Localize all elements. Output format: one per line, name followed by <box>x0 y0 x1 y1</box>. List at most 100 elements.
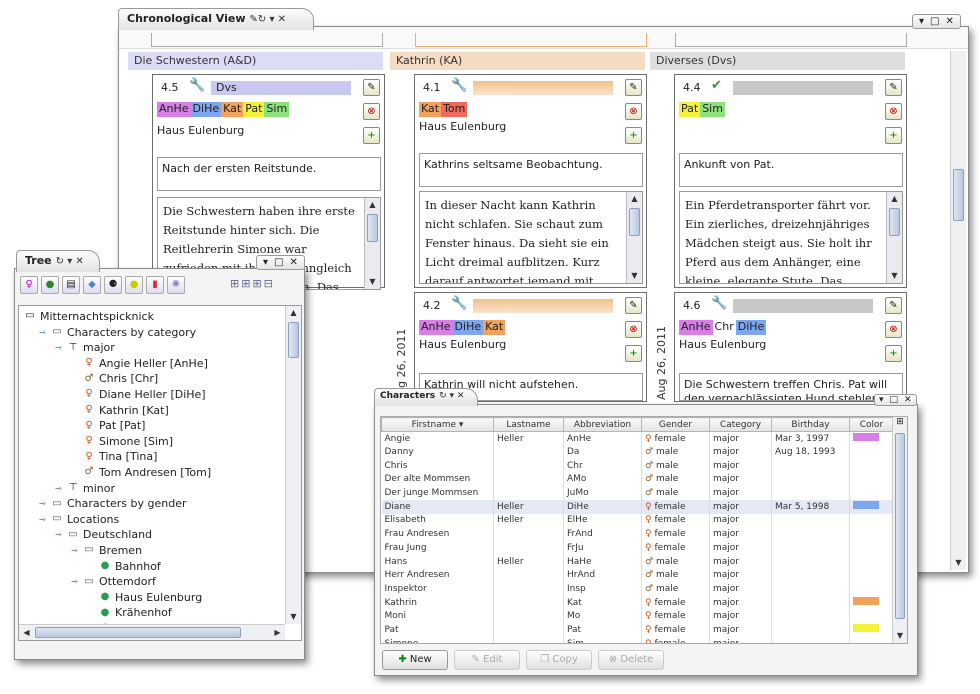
edit-icon[interactable]: ✎ <box>885 79 902 96</box>
characters-title-controls[interactable]: ↻ ▾ ✕ <box>439 391 464 401</box>
scroll-down-icon[interactable]: ▼ <box>887 269 902 283</box>
scroll-down-icon[interactable]: ▼ <box>365 275 380 289</box>
table-row[interactable]: Der alte Mommsen AMo ♂ male major <box>381 472 894 487</box>
toggle-icon[interactable]: ⊸ <box>55 484 63 493</box>
text-scrollbar[interactable]: ▲ ▼ <box>626 192 642 283</box>
locations-icon[interactable]: ● <box>41 276 59 294</box>
table-row[interactable]: Frau Jung FrJu ♀ female major <box>381 541 894 555</box>
table-row[interactable]: Angie Heller AnHe ♀ female major Mar 3, 1997 <box>381 431 894 446</box>
minimize-icon[interactable]: ▾ <box>879 395 884 405</box>
text-box[interactable]: Ein Pferdetransporter fährt vor. Ein zie… <box>679 191 903 284</box>
edit-icon[interactable]: ✎ <box>363 79 380 96</box>
table-row[interactable]: Frau Andresen FrAnd ♀ female major <box>381 527 894 541</box>
minimize-icon[interactable]: ▾ <box>919 16 924 27</box>
column-header[interactable]: Lastname <box>493 417 564 432</box>
tree-node[interactable]: ⊸ ▭ Bremen <box>71 542 142 558</box>
wrench-icon[interactable]: 🔧 <box>451 78 467 93</box>
scene-card[interactable]: 4.6 🔧 AnHe Chr DiHe Haus Eulenburg ✎ ⊗ +… <box>674 292 907 402</box>
expand-all-icon[interactable]: ⊞ <box>230 277 239 290</box>
minimize-icon[interactable]: ▾ <box>263 257 268 268</box>
copy-button[interactable]: ❐ Copy <box>526 650 592 670</box>
column-header[interactable]: Birthday <box>771 417 850 432</box>
table-row[interactable]: Kathrin Kat ♀ female major <box>381 595 894 610</box>
wrench-icon[interactable]: 🔧 <box>451 296 467 311</box>
summary-box[interactable]: Kathrins seltsame Beobachtung. <box>419 153 643 187</box>
table-row[interactable]: Danny Da ♂ male major Aug 18, 1993 <box>381 445 894 459</box>
tree-node[interactable]: ● Haus Eulenburg <box>87 589 203 605</box>
wrench-icon[interactable]: 🔧 <box>189 78 205 93</box>
delete-icon[interactable]: ⊗ <box>625 321 642 338</box>
scroll-down-icon[interactable]: ▼ <box>627 269 642 283</box>
scroll-right-icon[interactable]: ▶ <box>270 626 285 640</box>
scroll-thumb[interactable] <box>629 208 640 236</box>
tree-node[interactable]: ♂ Tom Andresen [Tom] <box>71 464 212 480</box>
expand-icon[interactable]: ⊞ <box>252 277 261 290</box>
delete-icon[interactable]: ⊗ <box>363 103 380 120</box>
scroll-down-icon[interactable]: ▼ <box>951 556 966 570</box>
scroll-thumb[interactable] <box>889 208 900 236</box>
table-row[interactable]: Simone Sim ♀ female major <box>381 636 894 643</box>
close-icon[interactable]: ✕ <box>289 257 297 268</box>
tree-node[interactable]: ⊸ ▭ Locations <box>39 511 119 527</box>
tags-icon[interactable]: ◆ <box>83 276 101 294</box>
tree-node[interactable]: ⊸ ▭ Deutschland <box>55 527 152 543</box>
tree-node[interactable]: ♀ Kathrin [Kat] <box>71 402 168 418</box>
table-row[interactable]: Inspektor Insp ♂ male major <box>381 582 894 596</box>
edit-icon[interactable]: ✎ <box>885 297 902 314</box>
scenes-icon[interactable]: ▤ <box>62 276 80 294</box>
column-header[interactable]: Abbreviation <box>563 417 642 432</box>
table-row[interactable]: Moni Mo ♀ female major <box>381 609 894 624</box>
strands-icon[interactable]: ▮ <box>146 276 164 294</box>
table-row[interactable]: Chris Chr ♂ male major <box>381 458 894 473</box>
scene-card[interactable]: 4.4 ✔ Pat Sim ✎ ⊗ + Ankunft von Pat. Ein… <box>674 74 907 288</box>
items-icon[interactable]: ⚈ <box>104 276 122 294</box>
toggle-icon[interactable]: ⊸ <box>71 546 79 555</box>
edit-icon[interactable]: ✎ <box>625 297 642 314</box>
tree-node[interactable]: ♀ Diane Heller [DiHe] <box>71 386 205 402</box>
wrench-icon[interactable]: 🔧 <box>711 296 727 311</box>
toggle-icon[interactable]: ⊸ <box>39 499 47 508</box>
add-icon[interactable]: + <box>625 345 642 362</box>
scroll-left-icon[interactable]: ◀ <box>19 626 34 640</box>
scene-card[interactable]: 4.2 🔧 AnHe DiHe Kat Haus Eulenburg ✎ ⊗ +… <box>414 292 647 402</box>
ideas-icon[interactable]: ● <box>125 276 143 294</box>
edit-button[interactable]: ✎ Edit <box>454 650 520 670</box>
summary-box[interactable]: Die Schwestern treffen Chris. Pat will d… <box>679 373 903 401</box>
collapse-icon[interactable]: ⊞ <box>241 277 250 290</box>
tree-node[interactable]: ⊸ ▭ Ottemdorf <box>71 574 156 590</box>
toggle-icon[interactable]: ⊸ <box>71 577 79 586</box>
maximize-icon[interactable]: □ <box>890 395 899 405</box>
tree-node[interactable]: ⊸ ⊤ major <box>55 340 115 356</box>
delete-icon[interactable]: ⊗ <box>885 321 902 338</box>
main-vscroll-thumb[interactable] <box>953 169 964 221</box>
tree-node[interactable]: ⊸ ▭ Characters by category <box>39 324 196 340</box>
tree-node[interactable]: ♀ Simone [Sim] <box>71 433 173 449</box>
table-vscroll[interactable]: ⊞ ▼ <box>892 417 907 643</box>
text-scrollbar[interactable]: ▲ ▼ <box>886 192 902 283</box>
edit-icon[interactable]: ✎ <box>625 79 642 96</box>
summary-box[interactable]: Ankunft von Pat. <box>679 153 903 187</box>
column-header[interactable]: Gender <box>641 417 710 432</box>
column-header[interactable]: Color <box>849 417 894 432</box>
add-icon[interactable]: + <box>625 127 642 144</box>
column-header[interactable]: Firstname ▾ <box>381 417 494 432</box>
tree-node[interactable]: ● Bahnhof <box>87 558 161 574</box>
characters-icon[interactable]: ♀ <box>20 276 38 294</box>
table-row[interactable]: Hans Heller HaHe ♂ male major <box>381 554 894 569</box>
table-row[interactable]: Diane Heller DiHe ♀ female major Mar 5, 1998 <box>381 499 894 514</box>
tree-title-controls[interactable]: ↻ ▾ ✕ <box>56 256 84 267</box>
chrono-title-controls[interactable]: ✎↻ ▾ ✕ <box>250 14 287 25</box>
tree-root[interactable]: ▭ Mitternachtspicknick <box>23 308 154 324</box>
add-icon[interactable]: + <box>885 127 902 144</box>
scroll-thumb[interactable] <box>367 214 378 242</box>
tree-node[interactable]: ⊸ ⊤ minor <box>55 480 115 496</box>
delete-icon[interactable]: ⊗ <box>625 103 642 120</box>
text-scrollbar[interactable]: ▲ ▼ <box>364 198 380 289</box>
scroll-up-icon[interactable]: ▲ <box>887 192 902 206</box>
scroll-down-icon[interactable]: ▼ <box>893 629 907 643</box>
scene-card[interactable]: 4.1 🔧 Kat Tom Haus Eulenburg ✎ ⊗ + Kathr… <box>414 74 647 288</box>
table-scroll-thumb[interactable] <box>895 433 905 619</box>
add-icon[interactable]: + <box>363 127 380 144</box>
tree-panel[interactable]: ▭ Mitternachtspicknick ⊸ ▭ Characters by ca… <box>18 305 302 641</box>
delete-icon[interactable]: ⊗ <box>885 103 902 120</box>
